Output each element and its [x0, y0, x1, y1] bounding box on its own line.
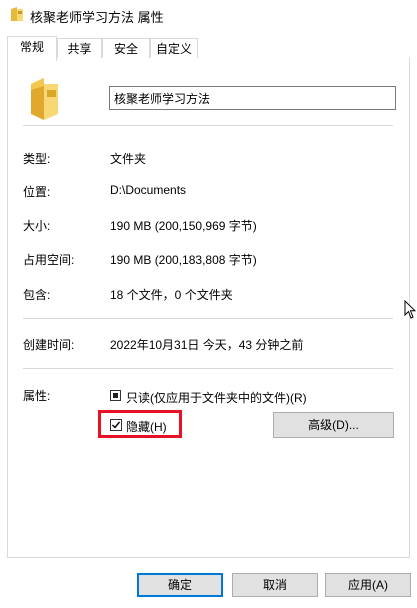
folder-icon [31, 78, 58, 120]
type-label: 类型: [23, 152, 51, 166]
tab-sharing[interactable]: 共享 [57, 38, 102, 58]
general-panel [7, 58, 410, 558]
mouse-cursor-icon [404, 300, 416, 319]
separator [23, 368, 393, 369]
size-value: 190 MB (200,150,969 字节) [110, 219, 257, 233]
ok-button[interactable]: 确定 [137, 573, 223, 597]
folder-icon [11, 7, 23, 21]
title-bar: 核聚老师学习方法 属性 [0, 0, 417, 30]
contains-value: 18 个文件，0 个文件夹 [110, 288, 233, 302]
folder-name-input[interactable] [109, 86, 396, 110]
tab-general[interactable]: 常规 [7, 36, 57, 61]
created-value: 2022年10月31日 今天，43 分钟之前 [110, 338, 304, 352]
size-on-disk-label: 占用空间: [23, 253, 75, 267]
created-label: 创建时间: [23, 338, 75, 352]
location-label: 位置: [23, 185, 51, 199]
separator [23, 125, 393, 126]
cancel-button[interactable]: 取消 [232, 573, 318, 597]
location-value: D:\Documents [110, 183, 187, 197]
readonly-checkbox[interactable] [110, 390, 121, 401]
contains-label: 包含: [23, 288, 51, 302]
readonly-label[interactable]: 只读(仅应用于文件夹中的文件)(R) [126, 389, 307, 406]
size-on-disk-value: 190 MB (200,183,808 字节) [110, 253, 257, 267]
highlight-box [98, 410, 182, 438]
separator [23, 318, 393, 319]
advanced-button[interactable]: 高级(D)... [273, 412, 394, 438]
indeterminate-mark [113, 393, 118, 398]
tab-customize[interactable]: 自定义 [150, 38, 198, 58]
attributes-label: 属性: [23, 389, 51, 403]
window-title: 核聚老师学习方法 属性 [30, 10, 164, 25]
tab-security[interactable]: 安全 [102, 38, 150, 58]
size-label: 大小: [23, 219, 51, 233]
apply-button[interactable]: 应用(A) [325, 573, 411, 597]
type-value: 文件夹 [110, 152, 147, 166]
